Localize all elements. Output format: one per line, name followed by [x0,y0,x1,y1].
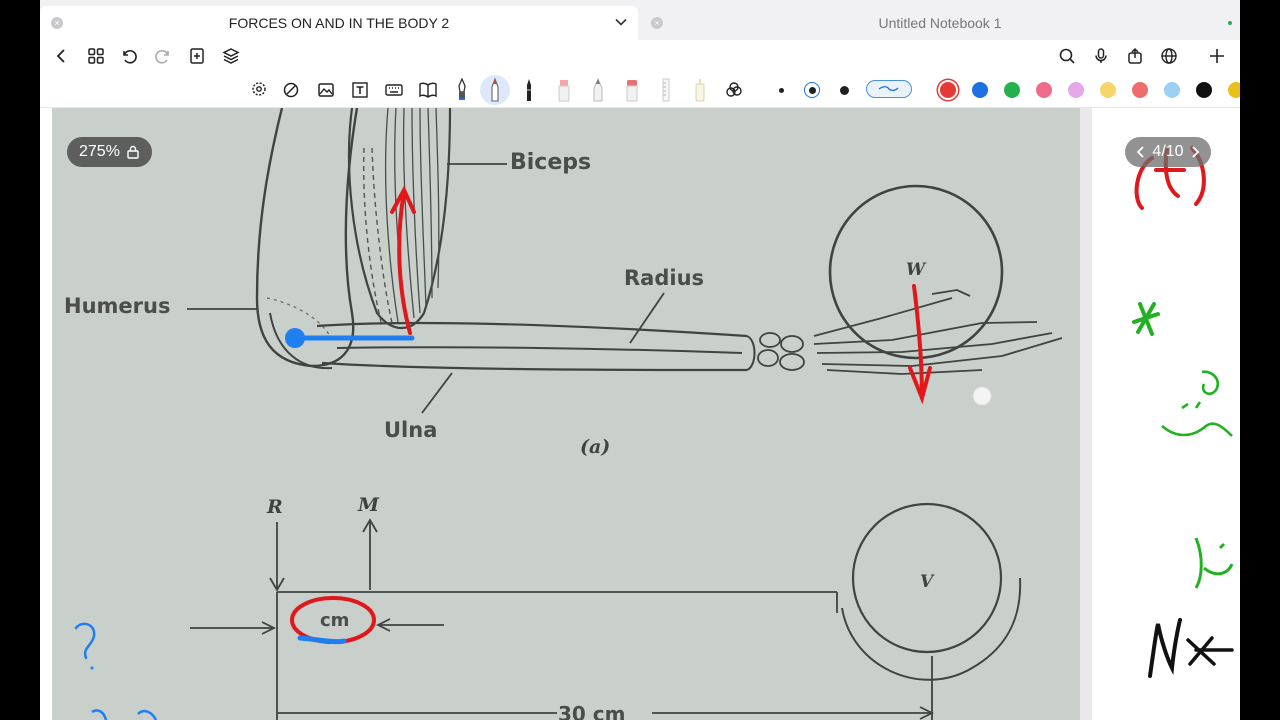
navigation-toolbar [40,40,1240,72]
back-icon [56,49,65,63]
laser-tool[interactable] [722,78,746,102]
chevron-right-icon[interactable] [1190,145,1200,159]
ruler-tool[interactable] [654,78,678,102]
ballpoint-pen-tool[interactable] [480,75,510,105]
eraser-tool[interactable] [620,78,644,102]
undo-button[interactable] [117,44,141,68]
book-icon [419,82,437,98]
tab-forces-on-and-in-the-body[interactable]: × FORCES ON AND IN THE BODY 2 [40,6,638,40]
handwriting-ink [1132,146,1234,678]
highlighter-tool[interactable] [552,78,576,102]
globe-button[interactable] [1157,44,1181,68]
notes-app-window: × FORCES ON AND IN THE BODY 2 × Untitled… [40,0,1240,720]
plus-icon [1210,49,1224,63]
zoom-indicator[interactable]: 275% [67,137,152,167]
add-page-button[interactable] [185,44,209,68]
fountain-pen-tool[interactable] [450,78,474,102]
color-swatch[interactable] [1164,82,1180,98]
lasso-tool[interactable] [247,78,271,102]
lock-icon [127,145,139,159]
dot-large-icon [839,85,849,95]
color-swatch[interactable] [1036,82,1052,98]
color-swatch[interactable] [972,82,988,98]
search-button[interactable] [1055,44,1079,68]
color-swatch[interactable] [1228,82,1240,98]
image-icon [318,83,334,97]
color-swatch[interactable] [1196,82,1212,98]
shapes-tool[interactable] [280,78,304,102]
zoom-level: 275% [79,143,120,160]
dot-medium-icon [804,82,820,98]
back-button[interactable] [50,44,74,68]
chevron-left-icon[interactable] [1136,145,1146,159]
brush-pen-icon [527,79,531,101]
fountain-pen-icon [458,78,466,100]
globe-icon [1161,48,1177,64]
status-dot [1228,21,1232,25]
grid-button[interactable] [84,44,108,68]
ruler-icon [662,78,670,102]
share-icon [1128,47,1142,64]
stroke-size-medium[interactable] [800,78,824,102]
color-swatch[interactable] [1100,82,1116,98]
shapes-icon [283,82,299,98]
glue-tool[interactable] [688,78,712,102]
grid-icon [88,48,104,64]
dot-small-icon [778,87,784,93]
book-tool[interactable] [416,78,440,102]
add-page-icon [190,48,204,64]
stroke-size-small[interactable] [769,78,793,102]
microphone-button[interactable] [1089,44,1113,68]
new-tab-button[interactable] [1205,44,1229,68]
eraser-icon [626,80,638,102]
layers-button[interactable] [219,44,243,68]
ballpoint-pen-icon [491,77,499,102]
undo-icon [123,50,137,64]
page-count: 4/10 [1152,143,1184,160]
share-button[interactable] [1123,44,1147,68]
pencil-icon [593,77,603,102]
glue-icon [695,79,705,102]
redo-button[interactable] [151,44,175,68]
color-swatch[interactable] [1068,82,1084,98]
redo-icon [155,50,169,64]
stroke-style-button[interactable] [866,80,912,98]
text-tool[interactable] [348,78,372,102]
color-swatch[interactable] [1132,82,1148,98]
keyboard-icon [385,84,403,96]
layers-icon [222,48,240,64]
drawing-toolbar [40,72,1240,108]
color-swatch[interactable] [940,82,956,98]
chevron-down-icon[interactable] [614,15,628,29]
image-tool[interactable] [314,78,338,102]
color-swatch[interactable] [1004,82,1020,98]
pencil-tool[interactable] [586,77,610,102]
lasso-icon [252,82,266,96]
tab-untitled-notebook[interactable]: × Untitled Notebook 1 [640,6,1240,40]
microphone-icon [1095,48,1107,63]
tab-bar: × FORCES ON AND IN THE BODY 2 × Untitled… [40,0,1240,40]
text-icon [352,82,368,98]
stroke-size-large[interactable] [832,78,856,102]
search-icon [1059,48,1075,64]
ink-annotations [74,185,932,720]
highlighter-icon [558,80,570,102]
handwritten-notes-page[interactable] [1092,108,1240,720]
tab-title: FORCES ON AND IN THE BODY 2 [228,15,450,31]
page-navigator[interactable]: 4/10 [1125,137,1211,167]
tab-title: Untitled Notebook 1 [878,15,1002,31]
brush-pen-tool[interactable] [517,78,541,102]
laser-icon [726,82,742,97]
keyboard-tool[interactable] [382,78,406,102]
scanned-textbook-page[interactable]: Biceps Radius Humerus Ulna (a) W R M V c… [52,108,1092,720]
page-gap [1080,108,1092,720]
wave-line-icon [878,86,899,92]
